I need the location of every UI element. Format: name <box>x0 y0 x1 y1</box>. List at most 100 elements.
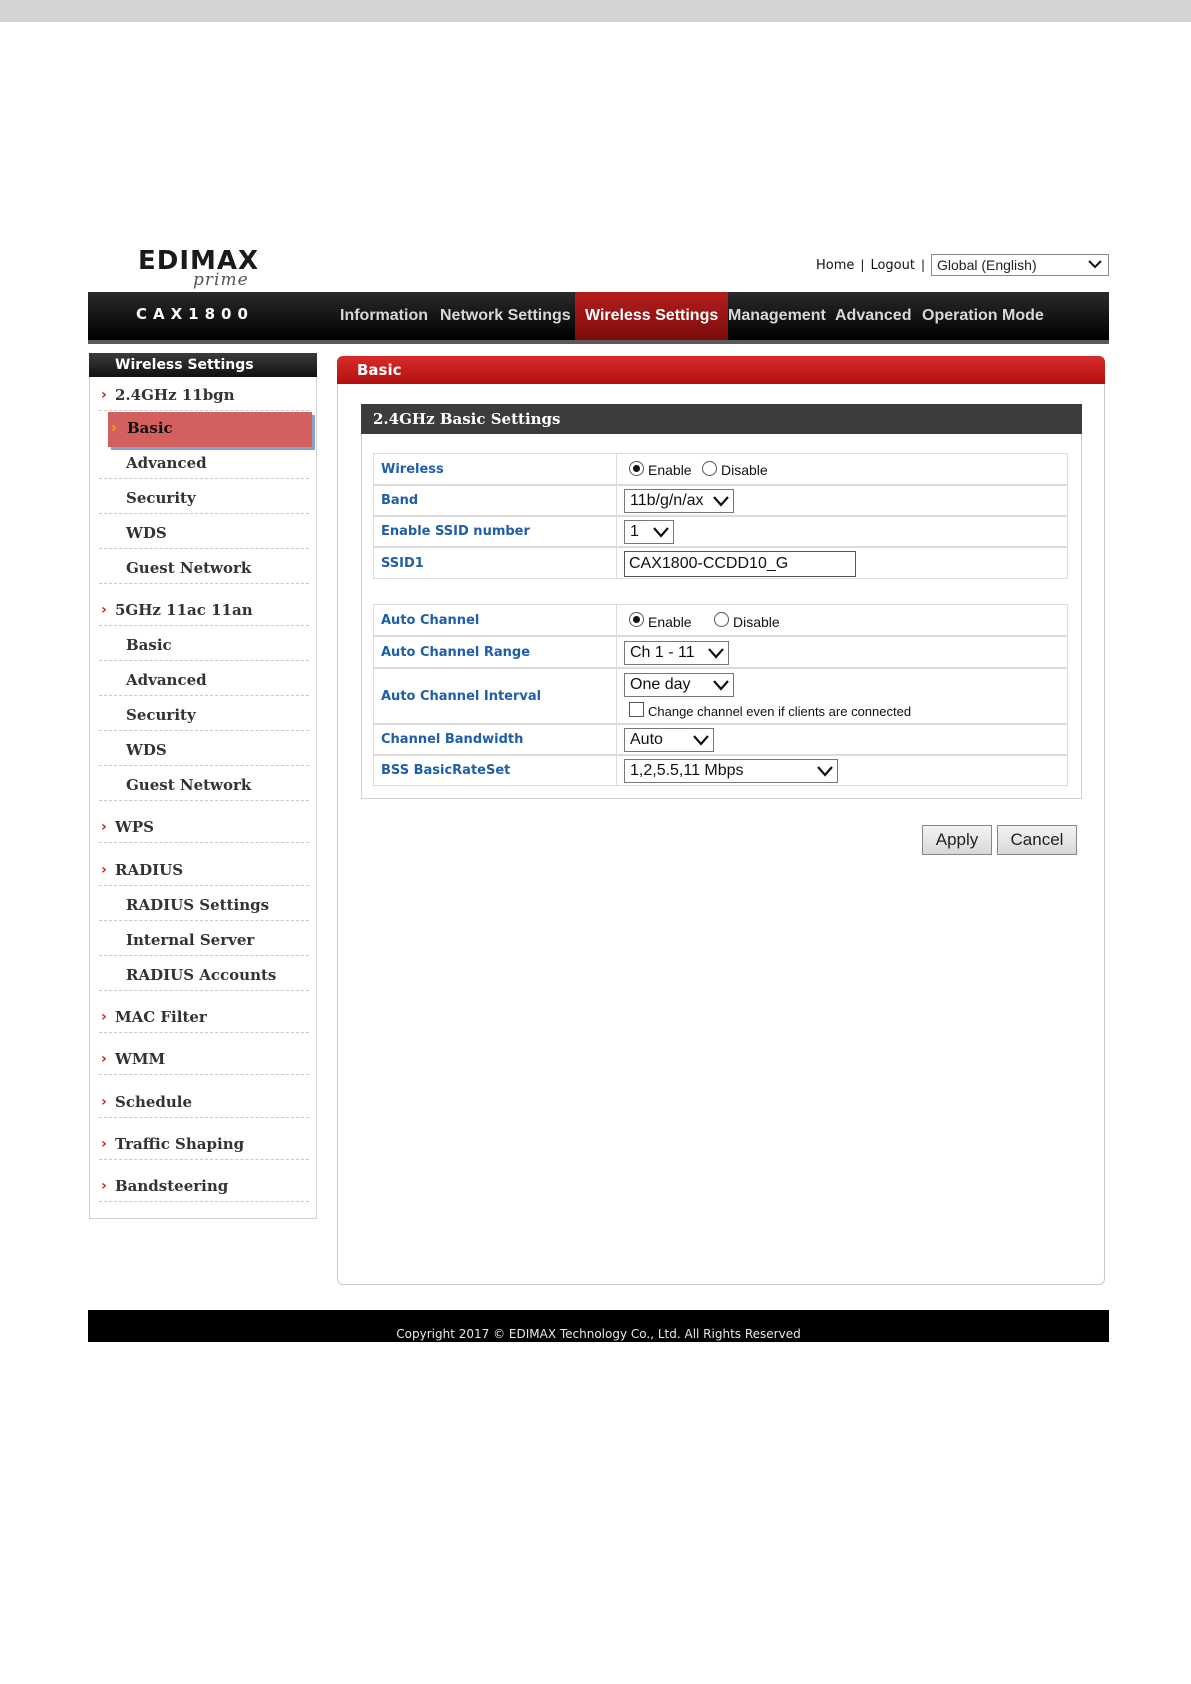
sidebar-item-basic-24[interactable]: › Basic <box>108 412 312 447</box>
sidebar-group-wmm[interactable]: › WMM <box>99 1043 309 1075</box>
sidebar-item-label: WMM <box>115 1050 166 1068</box>
band-select[interactable]: 11b/g/n/ax <box>624 489 734 513</box>
chevron-down-icon <box>817 766 833 777</box>
row-band: Band 11b/g/n/ax <box>373 485 1068 516</box>
apply-button[interactable]: Apply <box>922 825 992 855</box>
auto-channel-value: Enable Disable <box>618 605 1067 635</box>
sidebar-item-label: Schedule <box>115 1093 193 1111</box>
sidebar-item-wds-5[interactable]: WDS <box>99 734 309 766</box>
sidebar-item-label: 5GHz 11ac 11an <box>115 601 253 619</box>
sidebar-item-security-24[interactable]: Security <box>99 482 309 514</box>
wireless-disable-radio[interactable] <box>702 461 717 476</box>
nav-network-settings[interactable]: Network Settings <box>440 292 571 340</box>
sidebar-item-label: RADIUS Settings <box>126 896 270 914</box>
band-value: 11b/g/n/ax <box>618 486 1067 515</box>
auto-channel-enable-radio[interactable] <box>629 612 644 627</box>
sidebar-group-radius[interactable]: › RADIUS <box>99 854 309 886</box>
nav-advanced[interactable]: Advanced <box>835 292 911 340</box>
ssid1-input[interactable]: CAX1800-CCDD10_G <box>624 551 856 577</box>
sidebar-item-label: Basic <box>127 419 173 437</box>
sidebar-item-internal-server[interactable]: Internal Server <box>99 924 309 956</box>
sidebar-item-radius-settings[interactable]: RADIUS Settings <box>99 889 309 921</box>
channel-bandwidth-select[interactable]: Auto <box>624 728 714 752</box>
nav-information[interactable]: Information <box>340 292 428 340</box>
sidebar-item-advanced-5[interactable]: Advanced <box>99 664 309 696</box>
sidebar-item-label: Advanced <box>126 671 207 689</box>
language-select[interactable]: Global (English) <box>931 254 1109 276</box>
sidebar-item-guest-network-5[interactable]: Guest Network <box>99 769 309 801</box>
sidebar-item-advanced-24[interactable]: Advanced <box>99 447 309 479</box>
sidebar-item-label: WDS <box>126 524 167 542</box>
change-channel-label: Change channel even if clients are conne… <box>648 704 912 719</box>
sidebar-item-label: Security <box>126 706 196 724</box>
sidebar-item-label: MAC Filter <box>115 1008 207 1026</box>
logo-subtext: prime <box>193 270 249 290</box>
ssid-number-select-value: 1 <box>630 523 639 540</box>
footer-copyright: Copyright 2017 © EDIMAX Technology Co., … <box>88 1310 1109 1342</box>
row-auto-channel-interval: Auto Channel Interval One day Change cha… <box>373 668 1068 724</box>
chevron-right-icon: › <box>101 862 107 878</box>
cancel-button[interactable]: Cancel <box>997 825 1077 855</box>
auto-channel-interval-select-value: One day <box>630 676 691 693</box>
link-separator: | <box>920 258 925 272</box>
sidebar-group-mac-filter[interactable]: › MAC Filter <box>99 1001 309 1033</box>
top-band <box>0 0 1191 22</box>
sidebar-item-label: Basic <box>126 636 172 654</box>
ssid1-label: SSID1 <box>374 548 617 578</box>
chevron-right-icon: › <box>101 1178 107 1194</box>
sidebar-item-wds-24[interactable]: WDS <box>99 517 309 549</box>
bss-basic-rate-set-select[interactable]: 1,2,5.5,11 Mbps <box>624 759 838 783</box>
edimax-logo: EDIMAX prime <box>138 246 258 290</box>
sidebar-item-basic-5[interactable]: Basic <box>99 629 309 661</box>
row-ssid-number: Enable SSID number 1 <box>373 516 1068 547</box>
sidebar-item-label: Bandsteering <box>115 1177 229 1195</box>
nav-management[interactable]: Management <box>728 292 826 340</box>
wireless-enable-radio[interactable] <box>629 461 644 476</box>
navbar-divider <box>88 340 1109 344</box>
sidebar-item-label: Guest Network <box>126 559 252 577</box>
sidebar-item-security-5[interactable]: Security <box>99 699 309 731</box>
band-label: Band <box>374 486 617 515</box>
sidebar-item-radius-accounts[interactable]: RADIUS Accounts <box>99 959 309 991</box>
chevron-down-icon <box>653 527 669 538</box>
sidebar-group-schedule[interactable]: › Schedule <box>99 1086 309 1118</box>
sidebar-group-24ghz[interactable]: › 2.4GHz 11bgn <box>99 379 309 411</box>
wireless-label: Wireless <box>374 454 617 484</box>
nav-operation-mode[interactable]: Operation Mode <box>922 292 1044 340</box>
sidebar-group-traffic-shaping[interactable]: › Traffic Shaping <box>99 1128 309 1160</box>
chevron-down-icon <box>713 496 729 507</box>
row-ssid1: SSID1 CAX1800-CCDD10_G <box>373 547 1068 579</box>
chevron-down-icon <box>708 648 724 659</box>
nav-wireless-settings[interactable]: Wireless Settings <box>575 292 729 340</box>
channel-bandwidth-value: Auto <box>618 725 1067 754</box>
sidebar-item-label: RADIUS <box>115 861 184 879</box>
auto-channel-disable-radio[interactable] <box>714 612 729 627</box>
sidebar-group-bandsteering[interactable]: › Bandsteering <box>99 1170 309 1202</box>
chevron-down-icon <box>693 735 709 746</box>
auto-channel-range-select[interactable]: Ch 1 - 11 <box>624 641 729 665</box>
sidebar-group-wps[interactable]: › WPS <box>99 811 309 843</box>
sidebar-group-5ghz[interactable]: › 5GHz 11ac 11an <box>99 594 309 626</box>
row-auto-channel-range: Auto Channel Range Ch 1 - 11 <box>373 636 1068 668</box>
bss-basic-rate-set-label: BSS BasicRateSet <box>374 756 617 785</box>
chevron-right-icon: › <box>101 1094 107 1110</box>
logout-link[interactable]: Logout <box>870 258 915 273</box>
top-links: Home | Logout | <box>816 254 931 276</box>
sidebar-item-label: RADIUS Accounts <box>126 966 277 984</box>
sidebar-item-label: WDS <box>126 741 167 759</box>
bss-basic-rate-set-value: 1,2,5.5,11 Mbps <box>618 756 1067 785</box>
ssid-number-select[interactable]: 1 <box>624 520 674 544</box>
sidebar-item-label: Traffic Shaping <box>115 1135 245 1153</box>
sidebar-item-label: Internal Server <box>126 931 255 949</box>
channel-bandwidth-select-value: Auto <box>630 731 663 748</box>
auto-channel-interval-label: Auto Channel Interval <box>374 669 617 723</box>
wireless-value: Enable Disable <box>618 454 1067 484</box>
home-link[interactable]: Home <box>816 258 854 273</box>
ssid-number-label: Enable SSID number <box>374 517 617 546</box>
auto-channel-interval-select[interactable]: One day <box>624 673 734 697</box>
change-channel-checkbox[interactable] <box>629 702 644 717</box>
sidebar-item-guest-network-24[interactable]: Guest Network <box>99 552 309 584</box>
row-bss-basic-rate-set: BSS BasicRateSet 1,2,5.5,11 Mbps <box>373 755 1068 786</box>
sidebar-item-label: Guest Network <box>126 776 252 794</box>
chevron-right-icon: › <box>101 1051 107 1067</box>
